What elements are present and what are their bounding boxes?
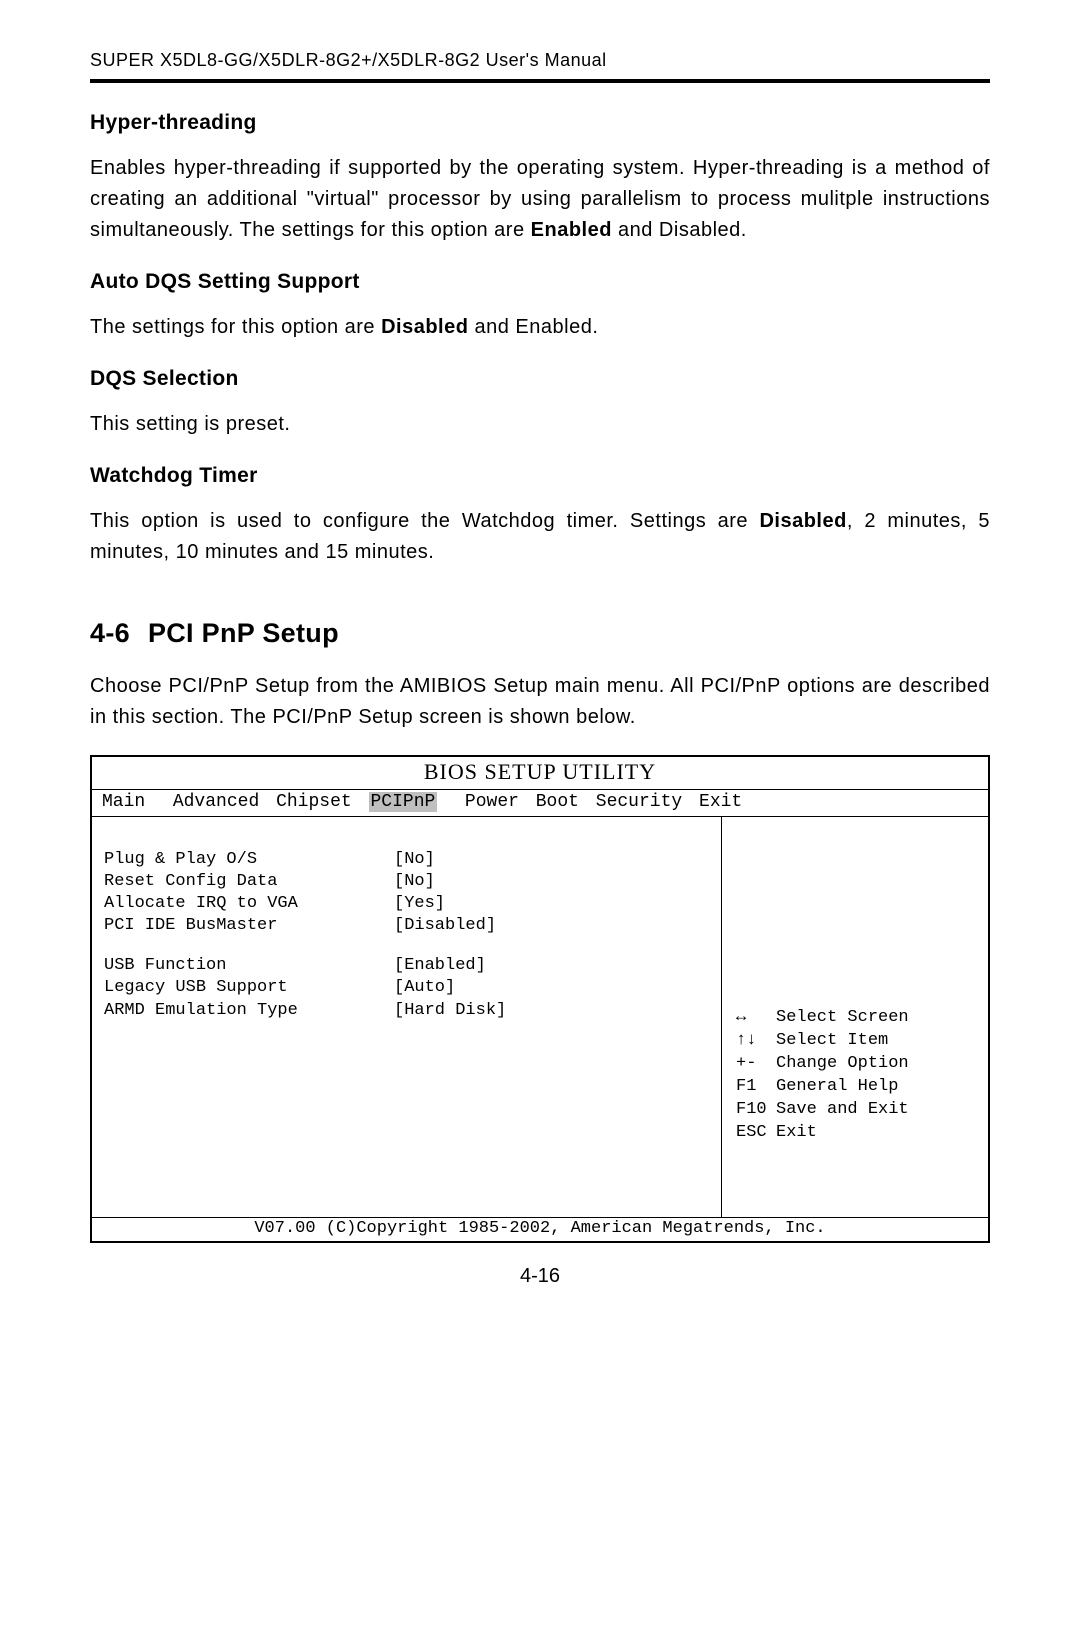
- nav-key: ESC: [736, 1122, 776, 1145]
- nav-key: +-: [736, 1053, 776, 1076]
- menu-main[interactable]: Main: [102, 792, 145, 812]
- option-label: Allocate IRQ to VGA: [104, 893, 394, 915]
- running-header: SUPER X5DL8-GG/X5DLR-8G2+/X5DLR-8G2 User…: [90, 50, 990, 71]
- bios-box: BIOS SETUP UTILITY Main Advanced Chipset…: [90, 755, 990, 1243]
- option-value: [Hard Disk]: [394, 1000, 506, 1022]
- nav-desc: Exit: [776, 1122, 817, 1145]
- bios-help-pane: ↔ Select Screen ↑↓ Select Item +- Change…: [721, 817, 988, 1217]
- option-label: Plug & Play O/S: [104, 849, 394, 871]
- option-label: ARMD Emulation Type: [104, 1000, 394, 1022]
- chapter-title: PCI PnP Setup: [148, 618, 339, 648]
- menu-security[interactable]: Security: [596, 792, 682, 812]
- option-row[interactable]: Legacy USB Support [Auto]: [104, 977, 709, 999]
- para-dqsselection: This setting is preset.: [90, 409, 990, 440]
- nav-desc: Select Item: [776, 1030, 888, 1053]
- option-value: [Auto]: [394, 977, 455, 999]
- page-number: 4-16: [90, 1265, 990, 1288]
- heading-watchdog: Watchdog Timer: [90, 464, 990, 488]
- nav-desc: Select Screen: [776, 1007, 909, 1030]
- menu-advanced[interactable]: Advanced: [173, 792, 259, 812]
- nav-key-select-item-icon: ↑↓: [736, 1030, 776, 1053]
- option-label: USB Function: [104, 955, 394, 977]
- nav-key-select-screen-icon: ↔: [736, 1007, 776, 1030]
- bios-footer: V07.00 (C)Copyright 1985-2002, American …: [92, 1217, 988, 1241]
- option-row[interactable]: Plug & Play O/S [No]: [104, 849, 709, 871]
- option-row[interactable]: Reset Config Data [No]: [104, 871, 709, 893]
- nav-key: F10: [736, 1099, 776, 1122]
- option-row[interactable]: USB Function [Enabled]: [104, 955, 709, 977]
- menu-boot[interactable]: Boot: [536, 792, 579, 812]
- option-value: [No]: [394, 871, 435, 893]
- menu-power[interactable]: Power: [465, 792, 519, 812]
- nav-row: ESC Exit: [736, 1122, 976, 1145]
- text: and Disabled.: [612, 219, 747, 241]
- heading-dqsselection: DQS Selection: [90, 367, 990, 391]
- option-row[interactable]: Allocate IRQ to VGA [Yes]: [104, 893, 709, 915]
- option-value: [Disabled]: [394, 915, 496, 937]
- option-value: [Enabled]: [394, 955, 486, 977]
- heading-hyperthreading: Hyper-threading: [90, 111, 990, 135]
- text: This option is used to configure the Wat…: [90, 510, 759, 532]
- nav-row: F10 Save and Exit: [736, 1099, 976, 1122]
- chapter-number: 4-6: [90, 618, 130, 648]
- bios-body: Plug & Play O/S [No] Reset Config Data […: [92, 817, 988, 1217]
- nav-key: F1: [736, 1076, 776, 1099]
- nav-desc: Save and Exit: [776, 1099, 909, 1122]
- chapter-intro: Choose PCI/PnP Setup from the AMIBIOS Se…: [90, 671, 990, 733]
- chapter-heading: 4-6 PCI PnP Setup: [90, 618, 990, 649]
- para-autodqs: The settings for this option are Disable…: [90, 312, 990, 343]
- text: The settings for this option are: [90, 316, 381, 338]
- header-rule: [90, 79, 990, 83]
- bios-options-pane: Plug & Play O/S [No] Reset Config Data […: [92, 817, 721, 1217]
- option-label: Reset Config Data: [104, 871, 394, 893]
- para-hyperthreading: Enables hyper-threading if supported by …: [90, 153, 990, 246]
- nav-row: ↑↓ Select Item: [736, 1030, 976, 1053]
- nav-hints: ↔ Select Screen ↑↓ Select Item +- Change…: [736, 1007, 976, 1145]
- bold-text: Disabled: [759, 510, 846, 532]
- para-watchdog: This option is used to configure the Wat…: [90, 506, 990, 568]
- text: and Enabled.: [468, 316, 598, 338]
- heading-autodqs: Auto DQS Setting Support: [90, 270, 990, 294]
- menu-exit[interactable]: Exit: [699, 792, 742, 812]
- option-row[interactable]: ARMD Emulation Type [Hard Disk]: [104, 1000, 709, 1022]
- option-value: [No]: [394, 849, 435, 871]
- bold-text: Enabled: [531, 219, 612, 241]
- nav-desc: Change Option: [776, 1053, 909, 1076]
- nav-row: +- Change Option: [736, 1053, 976, 1076]
- menu-chipset[interactable]: Chipset: [276, 792, 352, 812]
- page: SUPER X5DL8-GG/X5DLR-8G2+/X5DLR-8G2 User…: [0, 0, 1080, 1328]
- bios-title: BIOS SETUP UTILITY: [92, 757, 988, 789]
- option-label: Legacy USB Support: [104, 977, 394, 999]
- bold-text: Disabled: [381, 316, 468, 338]
- nav-row: F1 General Help: [736, 1076, 976, 1099]
- nav-row: ↔ Select Screen: [736, 1007, 976, 1030]
- nav-desc: General Help: [776, 1076, 898, 1099]
- option-row[interactable]: PCI IDE BusMaster [Disabled]: [104, 915, 709, 937]
- menu-pcipnp[interactable]: PCIPnP: [369, 792, 438, 812]
- option-label: PCI IDE BusMaster: [104, 915, 394, 937]
- option-value: [Yes]: [394, 893, 445, 915]
- bios-menubar: Main Advanced Chipset PCIPnP Power Boot …: [92, 789, 988, 817]
